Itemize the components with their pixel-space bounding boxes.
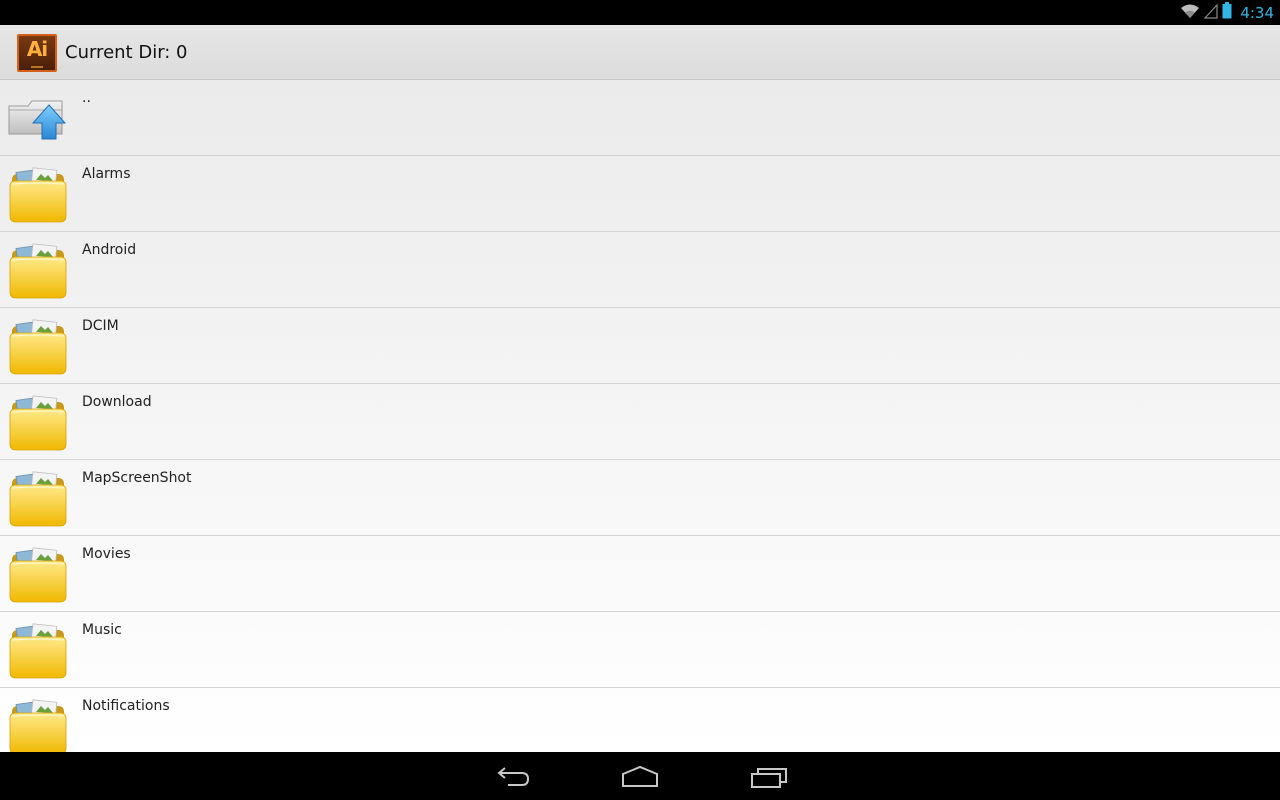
status-bar: 4:34 [0,0,1280,25]
page-title: Current Dir: 0 [65,42,188,63]
action-bar: Ai Current Dir: 0 [0,25,1280,80]
file-list[interactable]: .. Alarms Android DCIM Download MapScree… [0,80,1280,752]
list-item-mapscreenshot[interactable]: MapScreenShot [0,460,1280,536]
folder-icon [8,622,68,680]
list-item-label: .. [82,90,91,106]
list-item-dcim[interactable]: DCIM [0,308,1280,384]
list-item-label: Notifications [82,698,170,714]
list-item-movies[interactable]: Movies [0,536,1280,612]
list-item-label: Download [82,394,152,410]
home-icon[interactable] [620,764,660,790]
folder-icon [8,242,68,300]
list-item-music[interactable]: Music [0,612,1280,688]
list-item-download[interactable]: Download [0,384,1280,460]
app-logo-text: Ai [26,37,48,61]
parent-folder-up-icon [8,90,68,148]
cell-signal-icon [1203,2,1218,23]
list-item-alarms[interactable]: Alarms [0,156,1280,232]
status-icons: 4:34 [1180,0,1274,25]
status-time: 4:34 [1240,3,1274,22]
list-item-label: Android [82,242,137,258]
folder-icon [8,394,68,452]
list-item-label: DCIM [82,318,119,334]
folder-icon [8,318,68,376]
list-item-label: Alarms [82,166,131,182]
wifi-icon [1180,3,1200,23]
list-item-parent[interactable]: .. [0,80,1280,156]
folder-icon [8,470,68,528]
folder-icon [8,698,68,752]
battery-icon [1222,2,1232,23]
list-item-label: MapScreenShot [82,470,192,486]
list-item-notifications[interactable]: Notifications [0,688,1280,752]
list-item-android[interactable]: Android [0,232,1280,308]
app-logo-underline [19,65,55,69]
recent-apps-icon[interactable] [749,764,789,790]
list-item-label: Movies [82,546,131,562]
back-icon[interactable] [492,764,532,790]
screen: 4:34 Ai Current Dir: 0 .. Alarms Android… [0,0,1280,800]
app-logo-icon[interactable]: Ai [17,34,57,72]
folder-icon [8,546,68,604]
list-item-label: Music [82,622,122,638]
folder-icon [8,166,68,224]
navigation-bar [0,752,1280,800]
